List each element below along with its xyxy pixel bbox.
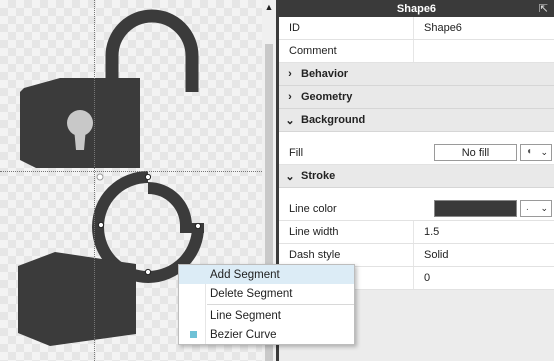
section-label: Geometry bbox=[301, 91, 353, 103]
section-background[interactable]: ⌄ Background bbox=[279, 109, 554, 132]
property-label: Fill bbox=[289, 147, 304, 159]
bounds-handle bbox=[96, 173, 104, 181]
property-label: Line color bbox=[289, 203, 337, 215]
expand-icon[interactable]: ⇱ bbox=[539, 2, 548, 15]
context-menu: Add Segment Delete Segment Line Segment … bbox=[178, 264, 355, 345]
color-dot-icon: ◖ bbox=[526, 146, 533, 157]
id-field[interactable]: Shape6 bbox=[413, 17, 554, 39]
color-dot-icon: . bbox=[526, 202, 529, 213]
menu-item-label: Add Segment bbox=[210, 268, 280, 281]
property-label: Dash style bbox=[289, 249, 341, 261]
padlock-body-bottom bbox=[18, 252, 136, 346]
property-row-line-width: Line width 1.5 bbox=[279, 221, 554, 244]
section-label: Stroke bbox=[301, 170, 336, 182]
panel-title: Shape6 bbox=[396, 2, 437, 15]
segment-handle bbox=[144, 173, 152, 181]
guide-line-horizontal bbox=[0, 171, 262, 172]
property-label: Line width bbox=[289, 226, 339, 238]
menu-item-label: Delete Segment bbox=[210, 287, 293, 300]
menu-item-label: Line Segment bbox=[210, 309, 281, 322]
menu-item-line-segment[interactable]: Line Segment bbox=[179, 306, 354, 325]
property-row-fill: Fill No fill ◖ ⌄ bbox=[279, 142, 554, 165]
comment-field[interactable] bbox=[413, 40, 554, 62]
chevron-down-icon: ⌄ bbox=[285, 170, 295, 183]
menu-separator bbox=[207, 304, 354, 305]
line-width-field[interactable]: 1.5 bbox=[413, 221, 554, 243]
panel-header: Shape6 ⇱ bbox=[279, 0, 554, 17]
section-behavior[interactable]: › Behavior bbox=[279, 63, 554, 86]
guide-line-vertical bbox=[94, 0, 95, 361]
section-spacer bbox=[279, 132, 554, 142]
section-label: Behavior bbox=[301, 68, 349, 80]
property-row-line-color: Line color . ⌄ bbox=[279, 198, 554, 221]
section-spacer bbox=[279, 188, 554, 198]
caret-up-icon[interactable]: ▲ bbox=[262, 0, 276, 14]
property-row-comment: Comment bbox=[279, 40, 554, 63]
section-stroke[interactable]: ⌄ Stroke bbox=[279, 165, 554, 188]
segment-handle bbox=[97, 221, 105, 229]
section-geometry[interactable]: › Geometry bbox=[279, 86, 554, 109]
section-label: Background bbox=[301, 114, 366, 126]
chevron-down-icon: ⌄ bbox=[540, 147, 548, 157]
dash-offset-field[interactable]: 0 bbox=[413, 267, 554, 289]
chevron-down-icon: ⌄ bbox=[285, 114, 295, 127]
menu-item-bezier-curve[interactable]: Bezier Curve bbox=[179, 325, 354, 344]
line-color-dropdown[interactable]: . ⌄ bbox=[520, 200, 552, 217]
property-label: ID bbox=[289, 22, 300, 34]
property-label: Comment bbox=[289, 45, 337, 57]
selected-indicator-icon bbox=[190, 331, 197, 338]
property-row-id: ID Shape6 bbox=[279, 17, 554, 40]
menu-item-label: Bezier Curve bbox=[210, 328, 277, 341]
chevron-down-icon: ⌄ bbox=[540, 203, 548, 213]
menu-item-delete-segment[interactable]: Delete Segment bbox=[179, 284, 354, 303]
dash-style-field[interactable]: Solid bbox=[413, 244, 554, 266]
fill-dropdown[interactable]: ◖ ⌄ bbox=[520, 144, 552, 161]
menu-item-add-segment[interactable]: Add Segment bbox=[179, 265, 354, 284]
segment-handle bbox=[194, 222, 202, 230]
segment-handle bbox=[144, 268, 152, 276]
chevron-right-icon: › bbox=[288, 68, 292, 80]
chevron-right-icon: › bbox=[288, 91, 292, 103]
no-fill-button[interactable]: No fill bbox=[434, 144, 517, 161]
line-color-swatch[interactable] bbox=[434, 200, 517, 217]
